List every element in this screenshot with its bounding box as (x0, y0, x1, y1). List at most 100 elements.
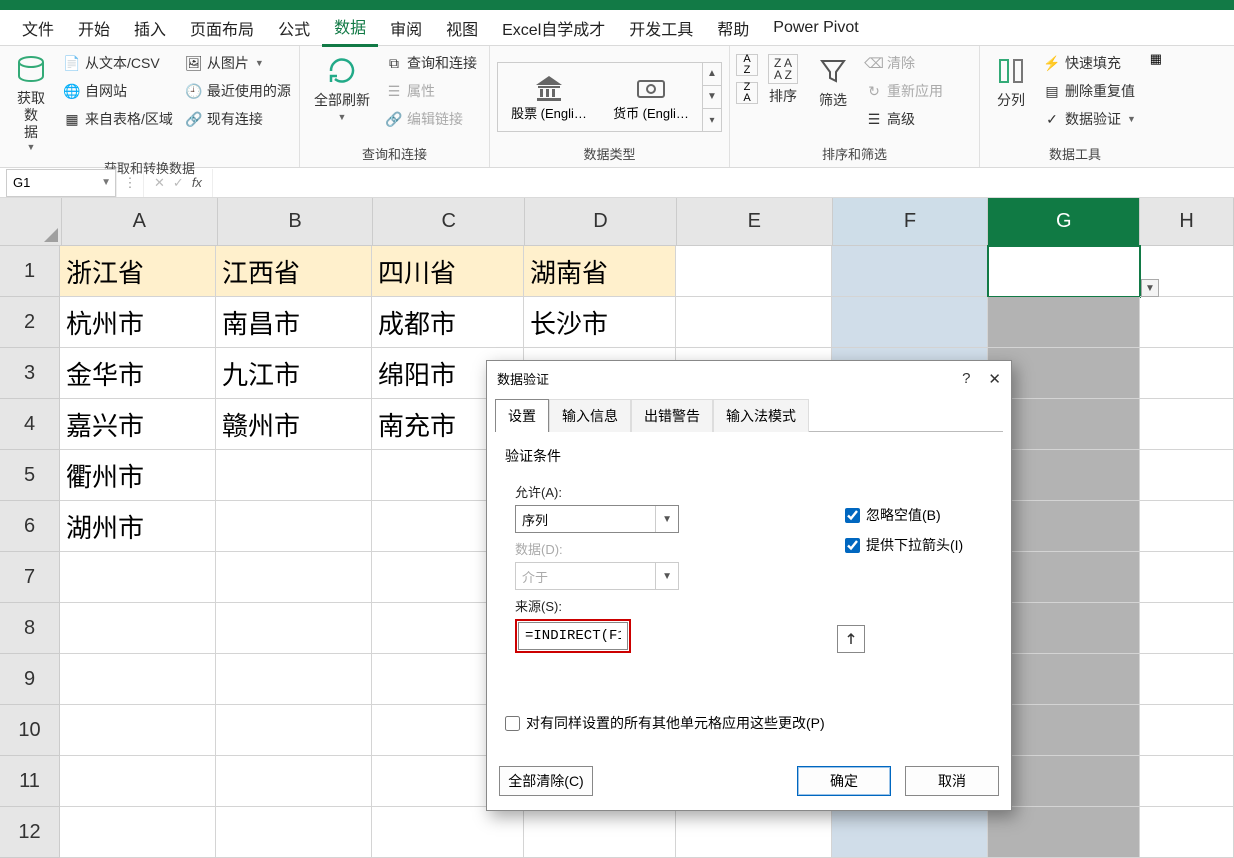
from-picture-button[interactable]: 🖼从图片▼ (180, 50, 296, 76)
gallery-scroll[interactable]: ▲ ▼ ▾ (702, 63, 721, 132)
tab-settings[interactable]: 设置 (495, 399, 549, 432)
cell-C2[interactable]: 成都市 (372, 297, 524, 348)
get-data-button[interactable]: 获取数 据 ▼ (6, 50, 56, 156)
close-button[interactable]: ✕ (988, 370, 1001, 388)
allow-combo[interactable]: 序列 ▼ (515, 505, 679, 533)
col-header-E[interactable]: E (677, 198, 833, 246)
gallery-up[interactable]: ▲ (703, 63, 721, 86)
menu-tab-审阅[interactable]: 审阅 (378, 10, 434, 46)
menu-tab-帮助[interactable]: 帮助 (705, 10, 761, 46)
col-header-D[interactable]: D (525, 198, 677, 246)
sort-button[interactable]: Z AA Z 排序 (760, 50, 806, 110)
cell-H6[interactable] (1140, 501, 1234, 552)
cell-A10[interactable] (60, 705, 216, 756)
row-header-1[interactable]: 1 (0, 246, 60, 297)
cell-B3[interactable]: 九江市 (216, 348, 372, 399)
flash-fill-button[interactable]: ⚡快速填充 (1038, 50, 1141, 76)
cell-H7[interactable] (1140, 552, 1234, 603)
cell-H5[interactable] (1140, 450, 1234, 501)
cell-B4[interactable]: 赣州市 (216, 399, 372, 450)
cell-A2[interactable]: 杭州市 (60, 297, 216, 348)
currencies-type[interactable]: 货币 (Engli… (600, 69, 702, 126)
sort-asc-icon[interactable]: AZ (736, 54, 758, 76)
row-header-9[interactable]: 9 (0, 654, 60, 705)
menu-tab-Excel自学成才[interactable]: Excel自学成才 (490, 10, 617, 46)
cell-H4[interactable] (1140, 399, 1234, 450)
row-header-5[interactable]: 5 (0, 450, 60, 501)
cell-B11[interactable] (216, 756, 372, 807)
range-selector-button[interactable] (837, 625, 865, 653)
consolidate-icon[interactable]: ▦ (1147, 50, 1165, 68)
menu-tab-开发工具[interactable]: 开发工具 (617, 10, 705, 46)
fx-icon[interactable]: fx (192, 175, 202, 190)
cell-F1[interactable] (832, 246, 988, 297)
gallery-down[interactable]: ▼ (703, 86, 721, 109)
select-all-corner[interactable] (0, 198, 62, 246)
cell-B6[interactable] (216, 501, 372, 552)
row-header-8[interactable]: 8 (0, 603, 60, 654)
row-header-2[interactable]: 2 (0, 297, 60, 348)
cell-B12[interactable] (216, 807, 372, 858)
cell-A9[interactable] (60, 654, 216, 705)
name-box[interactable]: G1 ▼ (6, 169, 116, 197)
cell-C1[interactable]: 四川省 (372, 246, 524, 297)
cell-H2[interactable] (1140, 297, 1234, 348)
validation-dropdown-arrow[interactable]: ▼ (1141, 279, 1159, 297)
dropdown-arrow-checkbox[interactable] (845, 538, 860, 553)
col-header-F[interactable]: F (833, 198, 989, 246)
cell-A8[interactable] (60, 603, 216, 654)
menu-tab-插入[interactable]: 插入 (122, 10, 178, 46)
cell-F2[interactable] (832, 297, 988, 348)
cell-A6[interactable]: 湖州市 (60, 501, 216, 552)
col-header-B[interactable]: B (218, 198, 374, 246)
queries-connections-button[interactable]: ⧉查询和连接 (380, 50, 482, 76)
from-table-range-button[interactable]: ▦来自表格/区域 (58, 106, 178, 132)
remove-duplicates-button[interactable]: ▤删除重复值 (1038, 78, 1141, 104)
cell-E12[interactable] (676, 807, 832, 858)
clear-all-button[interactable]: 全部清除(C) (499, 766, 593, 796)
ignore-blank-checkbox[interactable] (845, 508, 860, 523)
cell-B9[interactable] (216, 654, 372, 705)
dialog-titlebar[interactable]: 数据验证 ? ✕ (487, 361, 1011, 396)
tab-ime-mode[interactable]: 输入法模式 (713, 399, 809, 432)
cell-G1[interactable] (988, 246, 1140, 297)
row-header-7[interactable]: 7 (0, 552, 60, 603)
cell-A11[interactable] (60, 756, 216, 807)
apply-all-check[interactable]: 对有同样设置的所有其他单元格应用这些更改(P) (505, 713, 993, 733)
row-header-4[interactable]: 4 (0, 399, 60, 450)
row-header-3[interactable]: 3 (0, 348, 60, 399)
menu-tab-数据[interactable]: 数据 (322, 8, 378, 47)
cell-F12[interactable] (832, 807, 988, 858)
tab-input-message[interactable]: 输入信息 (549, 399, 631, 432)
cell-G2[interactable] (988, 297, 1140, 348)
cell-D12[interactable] (524, 807, 676, 858)
cell-B8[interactable] (216, 603, 372, 654)
cell-D2[interactable]: 长沙市 (524, 297, 676, 348)
filter-button[interactable]: 筛选 (808, 50, 858, 114)
cell-B10[interactable] (216, 705, 372, 756)
cell-H10[interactable] (1140, 705, 1234, 756)
cell-C12[interactable] (372, 807, 524, 858)
tab-error-alert[interactable]: 出错警告 (631, 399, 713, 432)
help-button[interactable]: ? (962, 370, 970, 387)
cell-A12[interactable] (60, 807, 216, 858)
cell-H9[interactable] (1140, 654, 1234, 705)
existing-connections-button[interactable]: 🔗现有连接 (180, 106, 296, 132)
from-text-csv-button[interactable]: 📄从文本/CSV (58, 50, 178, 76)
cell-H11[interactable] (1140, 756, 1234, 807)
cell-E1[interactable] (676, 246, 832, 297)
cell-A5[interactable]: 衢州市 (60, 450, 216, 501)
col-header-A[interactable]: A (62, 198, 218, 246)
data-validation-button[interactable]: ✓数据验证▼ (1038, 106, 1141, 132)
menu-tab-文件[interactable]: 文件 (10, 10, 66, 46)
cancel-button[interactable]: 取消 (905, 766, 999, 796)
cell-B2[interactable]: 南昌市 (216, 297, 372, 348)
cell-B7[interactable] (216, 552, 372, 603)
row-header-11[interactable]: 11 (0, 756, 60, 807)
cell-G12[interactable] (988, 807, 1140, 858)
apply-all-checkbox[interactable] (505, 716, 520, 731)
menu-tab-开始[interactable]: 开始 (66, 10, 122, 46)
menu-tab-公式[interactable]: 公式 (266, 10, 322, 46)
col-header-H[interactable]: H (1140, 198, 1234, 246)
cell-E2[interactable] (676, 297, 832, 348)
